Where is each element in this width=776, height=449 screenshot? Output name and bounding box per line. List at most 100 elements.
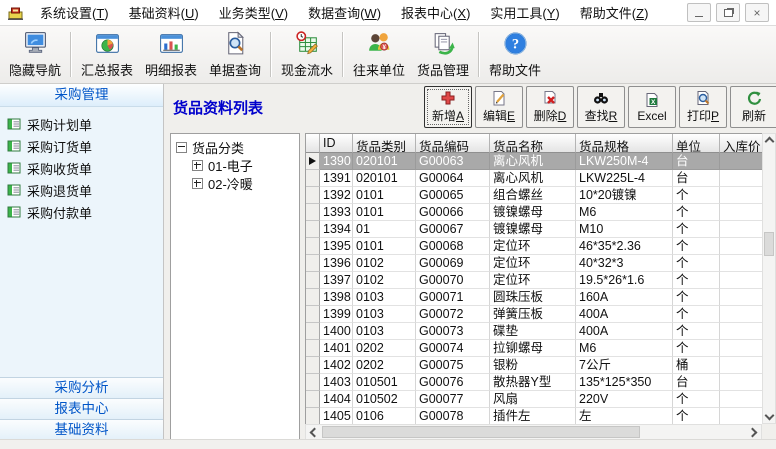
column-header[interactable]: 货品编码 [416, 134, 490, 153]
table-row[interactable]: 13920101G00065组合螺丝10*20镀镍个 [306, 187, 762, 204]
vertical-scrollbar[interactable] [762, 133, 776, 424]
sidebar-item-purchase-payment[interactable]: 采购付款单 [0, 201, 163, 223]
toolbar-button-goods[interactable]: 货品管理 [411, 28, 475, 81]
restore-button[interactable] [716, 3, 740, 22]
edit-button[interactable]: 编辑E [475, 86, 523, 128]
column-header[interactable]: 单位 [673, 134, 720, 153]
sidebar-item-purchase-return[interactable]: 采购退货单 [0, 179, 163, 201]
tree-node-child-0[interactable]: 01-电子 [171, 156, 299, 174]
row-selector[interactable] [306, 221, 320, 238]
table-row[interactable]: 1390020101G00063离心风机LKW250M-4台 [306, 153, 762, 170]
table-cell: 圆珠压板 [490, 289, 576, 306]
menu-item-base-data[interactable]: 基础资料(U) [119, 3, 209, 24]
sidebar-item-purchase-plan[interactable]: 采购计划单 [0, 113, 163, 135]
toolbar-button-partners[interactable]: ¥往来单位 [347, 28, 411, 81]
add-button[interactable]: 新增A [424, 86, 472, 128]
row-selector[interactable] [306, 187, 320, 204]
table-cell: G00068 [416, 238, 490, 255]
table-row[interactable]: 13950101G00068定位环46*35*2.36个 [306, 238, 762, 255]
toolbar-button-bar-report[interactable]: 明细报表 [139, 28, 203, 81]
sidebar-section-report-center[interactable]: 报表中心 [0, 398, 163, 419]
table-row[interactable]: 14000103G00073碟垫400A个 [306, 323, 762, 340]
row-selector[interactable] [306, 374, 320, 391]
column-header[interactable]: ID [320, 134, 353, 153]
table-row[interactable]: 13980103G00071圆珠压板160A个 [306, 289, 762, 306]
menu-item-report-center[interactable]: 报表中心(X) [391, 3, 480, 24]
row-selector[interactable] [306, 340, 320, 357]
close-button[interactable]: × [745, 3, 769, 22]
toolbar-button-doc-search[interactable]: 单据查询 [203, 28, 267, 81]
cash-flow-icon [294, 30, 321, 57]
table-cell [720, 391, 762, 408]
scroll-right-button[interactable] [746, 425, 761, 439]
scroll-up-button[interactable] [763, 134, 775, 147]
table-row[interactable]: 14050106G00078插件左左个 [306, 408, 762, 424]
sidebar-item-purchase-receipt[interactable]: 采购收货单 [0, 157, 163, 179]
column-header[interactable]: 入库价 [720, 134, 762, 153]
toolbar-button-help[interactable]: ?帮助文件 [483, 28, 547, 81]
row-selector[interactable] [306, 391, 320, 408]
tree-node-root[interactable]: 货品分类 [171, 138, 299, 156]
delete-button[interactable]: 删除D [526, 86, 574, 128]
column-header[interactable]: 货品规格 [576, 134, 673, 153]
menu-item-utilities[interactable]: 实用工具(Y) [480, 3, 569, 24]
sidebar-item-purchase-order[interactable]: 采购订货单 [0, 135, 163, 157]
table-row[interactable]: 13990103G00072弹簧压板400A个 [306, 306, 762, 323]
toolbar-button-cash-flow[interactable]: 现金流水 [275, 28, 339, 81]
print-button[interactable]: 打印P [679, 86, 727, 128]
row-selector[interactable] [306, 238, 320, 255]
column-header[interactable]: 货品类别 [353, 134, 416, 153]
row-selector[interactable] [306, 272, 320, 289]
row-selector[interactable] [306, 323, 320, 340]
row-selector[interactable] [306, 357, 320, 374]
menu-item-help[interactable]: 帮助文件(Z) [570, 3, 659, 24]
table-cell [720, 221, 762, 238]
toolbar-button-pie-report[interactable]: 汇总报表 [75, 28, 139, 81]
table-row[interactable]: 13970102G00070定位环19.5*26*1.6个 [306, 272, 762, 289]
window-bottom-edge [0, 439, 776, 449]
table-row[interactable]: 1404010502G00077风扇220V个 [306, 391, 762, 408]
tree-expand-icon[interactable] [192, 178, 203, 189]
refresh-button[interactable]: 刷新 [730, 86, 776, 128]
doc-search-icon [222, 30, 249, 57]
table-cell: 1397 [320, 272, 353, 289]
row-selector[interactable] [306, 306, 320, 323]
sidebar-items: 采购计划单采购订货单采购收货单采购退货单采购付款单 [0, 107, 163, 223]
table-row[interactable]: 14020202G00075银粉7公斤桶 [306, 357, 762, 374]
table-cell: 弹簧压板 [490, 306, 576, 323]
row-selector[interactable] [306, 289, 320, 306]
menu-item-system-settings[interactable]: 系统设置(T) [30, 3, 119, 24]
table-row[interactable]: 139401G00067镀镍螺母M10个 [306, 221, 762, 238]
table-row[interactable]: 1391020101G00064离心风机LKW225L-4台 [306, 170, 762, 187]
horizontal-scroll-thumb[interactable] [322, 426, 640, 438]
tree-collapse-icon[interactable] [176, 142, 187, 153]
row-selector[interactable] [306, 153, 320, 170]
table-row[interactable]: 13930101G00066镀镍螺母M6个 [306, 204, 762, 221]
tree-node-child-1[interactable]: 02-冷暖 [171, 174, 299, 192]
menu-item-data-query[interactable]: 数据查询(W) [298, 3, 391, 24]
tree-expand-icon[interactable] [192, 160, 203, 171]
excel-button[interactable]: XExcel [628, 86, 676, 128]
row-selector[interactable] [306, 204, 320, 221]
column-header[interactable]: 货品名称 [490, 134, 576, 153]
sidebar-section-purchase-analysis[interactable]: 采购分析 [0, 377, 163, 398]
scroll-left-button[interactable] [306, 425, 321, 439]
table-cell [720, 323, 762, 340]
form-icon [7, 117, 21, 131]
table-row[interactable]: 14010202G00074拉铆螺母M6个 [306, 340, 762, 357]
sidebar-section-base-data[interactable]: 基础资料 [0, 419, 163, 440]
row-selector[interactable] [306, 170, 320, 187]
find-button[interactable]: 查找R [577, 86, 625, 128]
minimize-button[interactable] [687, 3, 711, 22]
table-row[interactable]: 1403010501G00076散热器Y型135*125*350台 [306, 374, 762, 391]
toolbar-button-monitor[interactable]: 隐藏导航 [3, 28, 67, 81]
row-selector[interactable] [306, 408, 320, 424]
table-cell: 020101 [353, 153, 416, 170]
table-cell: G00074 [416, 340, 490, 357]
menu-item-business-types[interactable]: 业务类型(V) [209, 3, 298, 24]
scroll-down-button[interactable] [763, 410, 775, 423]
vertical-scroll-thumb[interactable] [764, 232, 774, 256]
row-selector[interactable] [306, 255, 320, 272]
horizontal-scrollbar[interactable] [305, 424, 762, 440]
table-row[interactable]: 13960102G00069定位环40*32*3个 [306, 255, 762, 272]
